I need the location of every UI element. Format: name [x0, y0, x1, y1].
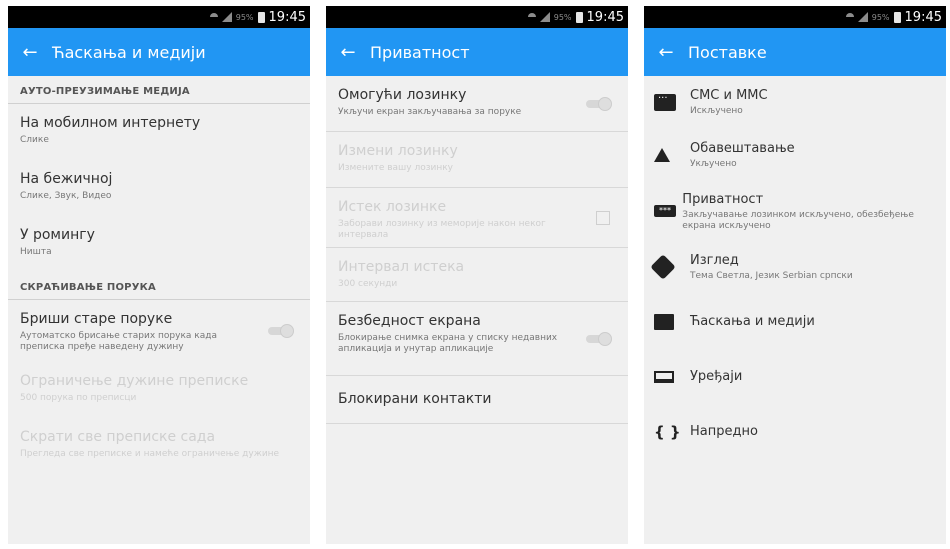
- braces-icon: { }: [654, 423, 681, 441]
- wifi-icon: [209, 13, 218, 21]
- battery-icon: [893, 11, 901, 23]
- menu-item-title: Изглед: [690, 253, 739, 268]
- setting-summary: Прегледа све преписке и намеће ограничењ…: [20, 449, 280, 459]
- setting-title: Скрати све преписке сада: [20, 429, 216, 445]
- toggle-thumb: [598, 96, 612, 111]
- menu-item-title: Уређаји: [690, 369, 743, 384]
- sms-icon: [654, 93, 676, 111]
- setting-passphrase-timeout: Истек лозинке Заборави лозинку из мемори…: [326, 188, 628, 248]
- setting-roaming[interactable]: У ромингу Ништа: [8, 216, 310, 272]
- setting-wifi[interactable]: На бежичној Слике, Звук, Видео: [8, 160, 310, 216]
- section-header-trimming: СКРАЋИВАЊЕ ПОРУКА: [8, 272, 310, 300]
- signal-icon: [539, 12, 550, 22]
- setting-summary: Аутоматско брисање старих порука када пр…: [20, 331, 217, 352]
- battery-percent: 95%: [871, 12, 890, 22]
- setting-blocked-contacts[interactable]: Блокирани контакти: [326, 376, 628, 424]
- app-bar: ← Приватност: [326, 28, 628, 76]
- menu-item-sms-mms[interactable]: СМС и ММС Искључено: [644, 76, 946, 128]
- menu-item-title: Обавештавање: [690, 141, 795, 156]
- setting-summary: Блокирање снимка екрана у списку недавни…: [338, 333, 558, 354]
- setting-summary: 500 порука по преписци: [20, 393, 137, 403]
- signal-icon: [221, 12, 232, 22]
- theme-icon: [650, 254, 676, 280]
- battery-icon: [575, 11, 583, 23]
- status-time: 19:45: [586, 9, 624, 25]
- setting-summary: 300 секунди: [338, 279, 398, 289]
- setting-change-passphrase: Измени лозинку Измените вашу лозинку: [326, 132, 628, 188]
- back-arrow-icon[interactable]: ←: [326, 42, 370, 63]
- setting-enable-passphrase[interactable]: Омогући лозинку Укључи екран закључавања…: [326, 76, 628, 132]
- toggle-thumb: [280, 324, 294, 338]
- setting-summary: Слике: [20, 135, 49, 145]
- chats-media-screen: 95% 19:45 ← Ћаскања и медији АУТО-ПРЕУЗИ…: [8, 6, 310, 544]
- setting-screen-security[interactable]: Безбедност екрана Блокирање снимка екран…: [326, 302, 628, 376]
- settings-screen: 95% 19:45 ← Поставке СМС и ММС Искључено…: [644, 6, 946, 544]
- setting-title: Ограничење дужине преписке: [20, 373, 249, 389]
- app-bar: ← Поставке: [644, 28, 946, 76]
- signal-icon: [857, 12, 868, 22]
- passphrase-timeout-checkbox: [596, 210, 610, 225]
- setting-title: На мобилном интернету: [20, 115, 201, 131]
- page-title: Приватност: [370, 42, 470, 62]
- menu-item-summary: Тема Светла, Језик Serbian српски: [690, 271, 853, 281]
- setting-title: Блокирани контакти: [338, 391, 492, 407]
- setting-title: На бежичној: [20, 171, 113, 187]
- setting-summary: Заборави лозинку из меморије након неког…: [338, 219, 546, 240]
- menu-item-chats-media[interactable]: Ћаскања и медији: [644, 294, 946, 350]
- menu-item-title: Напредно: [690, 424, 758, 439]
- setting-title: Истек лозинке: [338, 199, 447, 215]
- setting-delete-old-messages[interactable]: Бриши старе поруке Аутоматско брисање ст…: [8, 300, 310, 362]
- lock-icon: ***: [654, 205, 676, 217]
- menu-item-title: Ћаскања и медији: [690, 314, 815, 329]
- setting-title: Омогући лозинку: [338, 87, 467, 103]
- battery-icon: [257, 11, 265, 23]
- menu-item-summary: Укључено: [690, 159, 737, 169]
- menu-item-devices[interactable]: Уређаји: [644, 350, 946, 404]
- menu-item-advanced[interactable]: { } Напредно: [644, 404, 946, 460]
- chat-icon: [654, 314, 674, 330]
- menu-item-title: СМС и ММС: [690, 88, 768, 103]
- page-title: Поставке: [688, 42, 767, 62]
- menu-item-title: Приватност: [682, 191, 764, 207]
- wifi-icon: [527, 13, 536, 21]
- status-time: 19:45: [904, 9, 942, 25]
- setting-conversation-limit: Ограничење дужине преписке 500 порука по…: [8, 362, 310, 418]
- laptop-icon: [654, 371, 674, 383]
- battery-percent: 95%: [553, 12, 572, 22]
- setting-title: У ромингу: [20, 227, 95, 243]
- menu-item-appearance[interactable]: Изглед Тема Светла, Језик Serbian српски: [644, 240, 946, 294]
- app-bar: ← Ћаскања и медији: [8, 28, 310, 76]
- back-arrow-icon[interactable]: ←: [644, 42, 688, 63]
- status-bar: 95% 19:45: [644, 6, 946, 28]
- battery-percent: 95%: [235, 12, 254, 22]
- setting-timeout-interval: Интервал истека 300 секунди: [326, 248, 628, 302]
- status-bar: 95% 19:45: [8, 6, 310, 28]
- setting-title: Безбедност екрана: [338, 313, 481, 329]
- bell-icon: [654, 148, 670, 162]
- menu-item-summary: Искључено: [690, 106, 743, 116]
- delete-old-toggle[interactable]: [266, 324, 294, 338]
- setting-trim-all-now: Скрати све преписке сада Прегледа све пр…: [8, 418, 310, 474]
- section-header-auto-download: АУТО-ПРЕУЗИМАЊЕ МЕДИЈА: [8, 76, 310, 104]
- menu-item-summary: Закључавање лозинком искључено, обезбеђе…: [682, 209, 914, 231]
- setting-mobile-data[interactable]: На мобилном интернету Слике: [8, 104, 310, 160]
- setting-summary: Измените вашу лозинку: [338, 163, 454, 173]
- screen-security-toggle[interactable]: [584, 331, 612, 346]
- status-time: 19:45: [268, 9, 306, 25]
- setting-title: Измени лозинку: [338, 143, 458, 159]
- menu-item-notifications[interactable]: Обавештавање Укључено: [644, 128, 946, 182]
- page-title: Ћаскања и медији: [52, 42, 206, 62]
- back-arrow-icon[interactable]: ←: [8, 42, 52, 63]
- enable-passphrase-toggle[interactable]: [584, 96, 612, 111]
- setting-summary: Ништа: [20, 247, 52, 257]
- setting-title: Бриши старе поруке: [20, 311, 173, 327]
- wifi-icon: [845, 13, 854, 21]
- setting-title: Интервал истека: [338, 259, 465, 275]
- toggle-thumb: [598, 331, 612, 346]
- setting-summary: Укључи екран закључавања за поруке: [338, 107, 522, 117]
- privacy-screen: 95% 19:45 ← Приватност Омогући лозинку У…: [326, 6, 628, 544]
- setting-summary: Слике, Звук, Видео: [20, 191, 112, 201]
- menu-item-privacy[interactable]: *** Приватност Закључавање лозинком искљ…: [644, 182, 946, 240]
- status-bar: 95% 19:45: [326, 6, 628, 28]
